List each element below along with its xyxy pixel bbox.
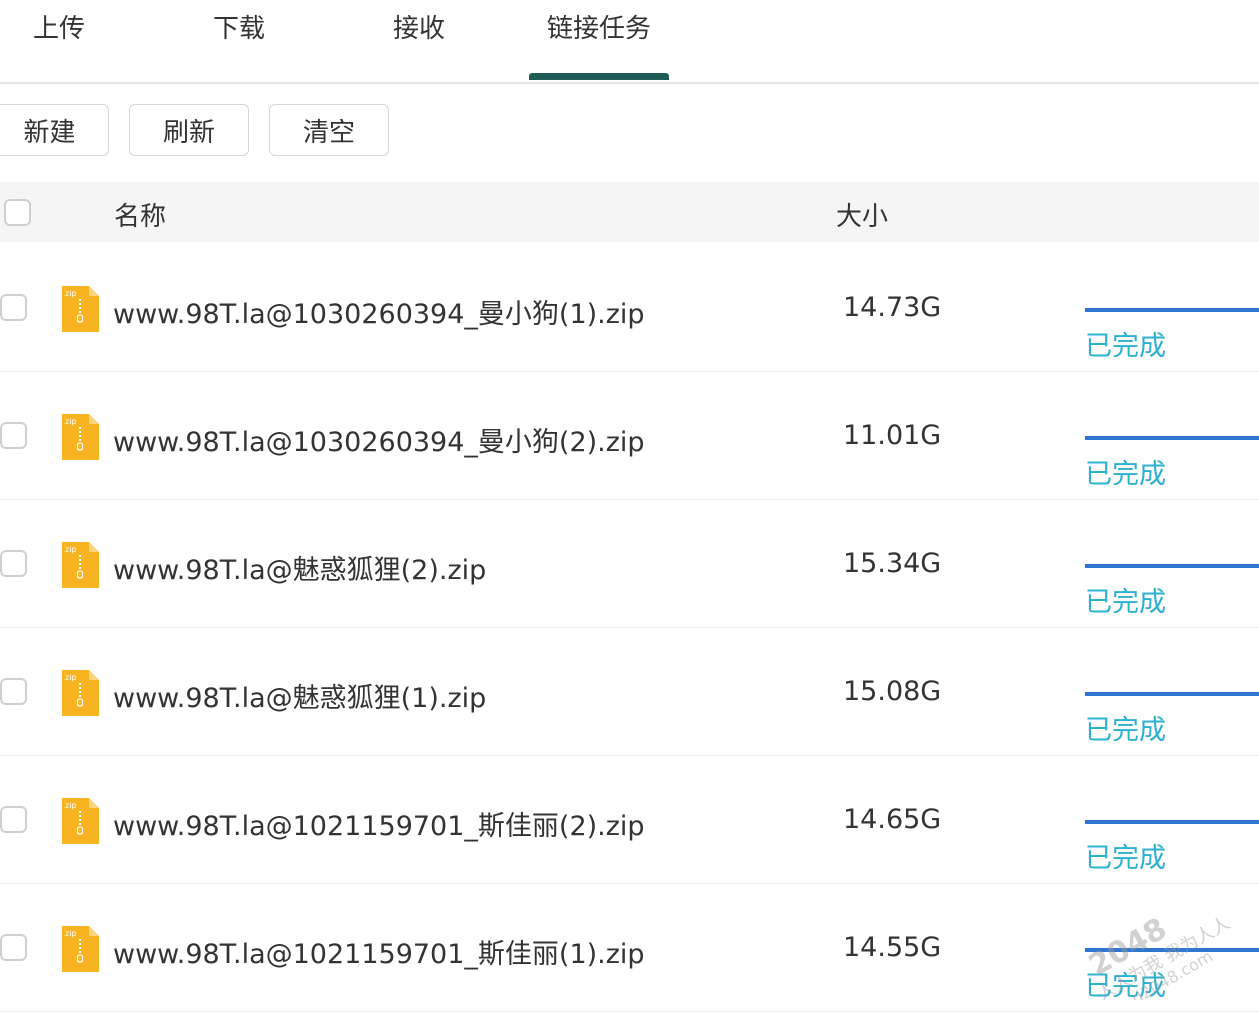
refresh-button[interactable]: 刷新 [129, 104, 249, 156]
new-button[interactable]: 新建 [0, 104, 109, 156]
progress-bar [1085, 308, 1259, 312]
progress-bar [1085, 436, 1259, 440]
tab-bar: 上传 下载 接收 链接任务 [0, 0, 1259, 84]
table-row[interactable]: zip www.98T.la@1030260394_曼小狗(2).zip 11.… [0, 372, 1259, 500]
column-header-name[interactable]: 名称 [114, 196, 166, 233]
file-size: 15.34G [843, 548, 942, 579]
svg-text:zip: zip [65, 545, 77, 554]
tab-receive[interactable]: 接收 [393, 8, 445, 45]
table-row[interactable]: zip www.98T.la@魅惑狐狸(2).zip 15.34G 已完成 [0, 500, 1259, 628]
file-size: 14.65G [843, 804, 942, 835]
progress-bar [1085, 820, 1259, 824]
status-label: 已完成 [1085, 459, 1166, 490]
active-tab-indicator [529, 73, 669, 80]
table-row[interactable]: zip www.98T.la@1030260394_曼小狗(1).zip 14.… [0, 244, 1259, 372]
clear-button[interactable]: 清空 [269, 104, 389, 156]
tab-download[interactable]: 下载 [213, 8, 265, 45]
file-size: 11.01G [843, 420, 942, 451]
zip-file-icon: zip [62, 670, 99, 716]
zip-file-icon: zip [62, 798, 99, 844]
svg-text:zip: zip [65, 417, 77, 426]
progress-bar [1085, 564, 1259, 568]
file-size: 14.73G [843, 292, 942, 323]
file-name[interactable]: www.98T.la@1030260394_曼小狗(2).zip [113, 420, 645, 459]
status-label: 已完成 [1085, 843, 1166, 874]
row-checkbox[interactable] [0, 678, 27, 705]
status-label: 已完成 [1085, 971, 1166, 1002]
row-checkbox[interactable] [0, 934, 27, 961]
status-label: 已完成 [1085, 587, 1166, 618]
select-all-checkbox[interactable] [4, 199, 31, 226]
row-checkbox[interactable] [0, 294, 27, 321]
svg-text:zip: zip [65, 673, 77, 682]
file-name[interactable]: www.98T.la@1021159701_斯佳丽(2).zip [113, 804, 645, 843]
file-name[interactable]: www.98T.la@魅惑狐狸(1).zip [113, 676, 486, 715]
file-size: 14.55G [843, 932, 942, 963]
zip-file-icon: zip [62, 542, 99, 588]
table-row[interactable]: zip www.98T.la@1021159701_斯佳丽(2).zip 14.… [0, 756, 1259, 884]
zip-file-icon: zip [62, 414, 99, 460]
zip-file-icon: zip [62, 286, 99, 332]
tab-link-tasks[interactable]: 链接任务 [547, 8, 651, 45]
status-label: 已完成 [1085, 331, 1166, 362]
row-checkbox[interactable] [0, 422, 27, 449]
tab-upload[interactable]: 上传 [33, 8, 85, 45]
status-label: 已完成 [1085, 715, 1166, 746]
progress-bar [1085, 948, 1259, 952]
table-row[interactable]: zip www.98T.la@1021159701_斯佳丽(1).zip 14.… [0, 884, 1259, 1012]
svg-text:zip: zip [65, 289, 77, 298]
file-size: 15.08G [843, 676, 942, 707]
progress-bar [1085, 692, 1259, 696]
file-name[interactable]: www.98T.la@魅惑狐狸(2).zip [113, 548, 486, 587]
table-row[interactable]: zip www.98T.la@魅惑狐狸(1).zip 15.08G 已完成 [0, 628, 1259, 756]
row-checkbox[interactable] [0, 806, 27, 833]
zip-file-icon: zip [62, 926, 99, 972]
file-name[interactable]: www.98T.la@1021159701_斯佳丽(1).zip [113, 932, 645, 971]
file-name[interactable]: www.98T.la@1030260394_曼小狗(1).zip [113, 292, 645, 331]
svg-text:zip: zip [65, 929, 77, 938]
column-header-size[interactable]: 大小 [836, 196, 888, 233]
svg-text:zip: zip [65, 801, 77, 810]
row-checkbox[interactable] [0, 550, 27, 577]
table-header: 名称 大小 [0, 182, 1259, 242]
